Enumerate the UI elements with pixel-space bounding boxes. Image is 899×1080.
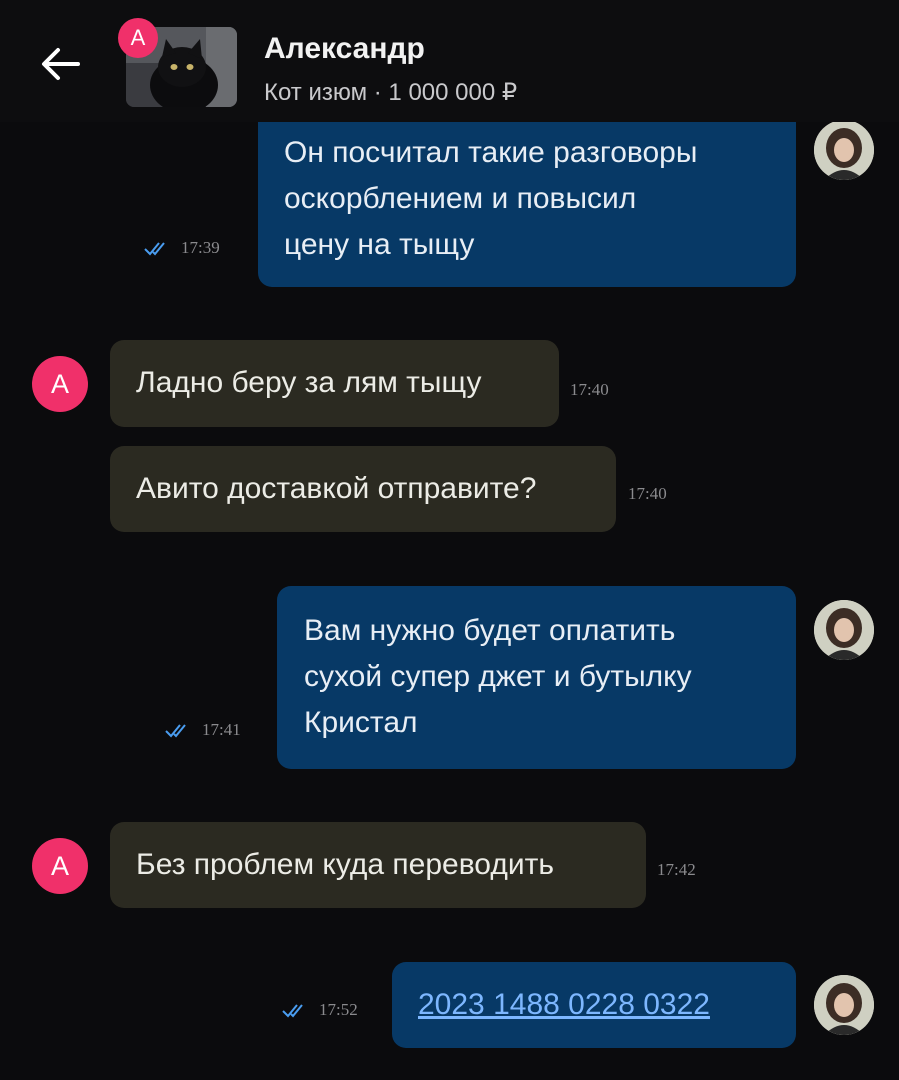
outgoing-message[interactable]: Он посчитал такие разговоры оскорблением… — [258, 96, 796, 287]
message-meta: 17:52 — [281, 1000, 358, 1020]
message-time: 17:40 — [628, 484, 667, 503]
user-photo-icon — [814, 120, 874, 180]
self-avatar[interactable] — [814, 975, 874, 1035]
listing-title-price[interactable]: Кот изюм · 1 000 000 ₽ — [264, 78, 517, 107]
message-text: Он посчитал такие разговоры оскорблением… — [284, 136, 698, 261]
sender-avatar[interactable]: А — [32, 356, 88, 412]
message-text: Вам нужно будет оплатить сухой супер дже… — [304, 614, 692, 739]
message-time: 17:39 — [181, 238, 220, 257]
double-check-icon — [282, 1004, 303, 1018]
incoming-message[interactable]: Авито доставкой отправите? — [110, 446, 616, 532]
message-meta: 17:39 — [143, 238, 220, 258]
incoming-message[interactable]: Ладно беру за лям тыщу — [110, 340, 559, 427]
message-time: 17:52 — [319, 1000, 358, 1019]
message-text: Без проблем куда переводить — [136, 848, 554, 881]
incoming-message[interactable]: Без проблем куда переводить — [110, 822, 646, 908]
double-check-icon — [144, 242, 165, 256]
message-time: 17:41 — [202, 720, 241, 739]
contact-avatar: А — [118, 18, 158, 58]
message-text: Ладно беру за лям тыщу — [136, 366, 482, 399]
contact-name[interactable]: Александр — [264, 32, 425, 66]
message-time: 17:40 — [570, 380, 609, 399]
back-button[interactable] — [34, 40, 88, 88]
chat-header: А Александр Кот изюм · 1 000 000 ₽ — [0, 0, 899, 122]
message-text: Авито доставкой отправите? — [136, 472, 537, 505]
message-time: 17:42 — [657, 860, 696, 879]
message-meta: 17:41 — [164, 720, 241, 740]
double-check-icon — [165, 724, 186, 738]
sender-avatar[interactable]: А — [32, 838, 88, 894]
arrow-left-icon — [42, 48, 80, 80]
outgoing-message[interactable]: Вам нужно будет оплатить сухой супер дже… — [277, 586, 796, 769]
user-photo-icon — [814, 975, 874, 1035]
user-photo-icon — [814, 600, 874, 660]
self-avatar[interactable] — [814, 120, 874, 180]
card-number-link[interactable]: 2023 1488 0228 0322 — [418, 982, 710, 1028]
outgoing-message[interactable]: 2023 1488 0228 0322 — [392, 962, 796, 1048]
self-avatar[interactable] — [814, 600, 874, 660]
